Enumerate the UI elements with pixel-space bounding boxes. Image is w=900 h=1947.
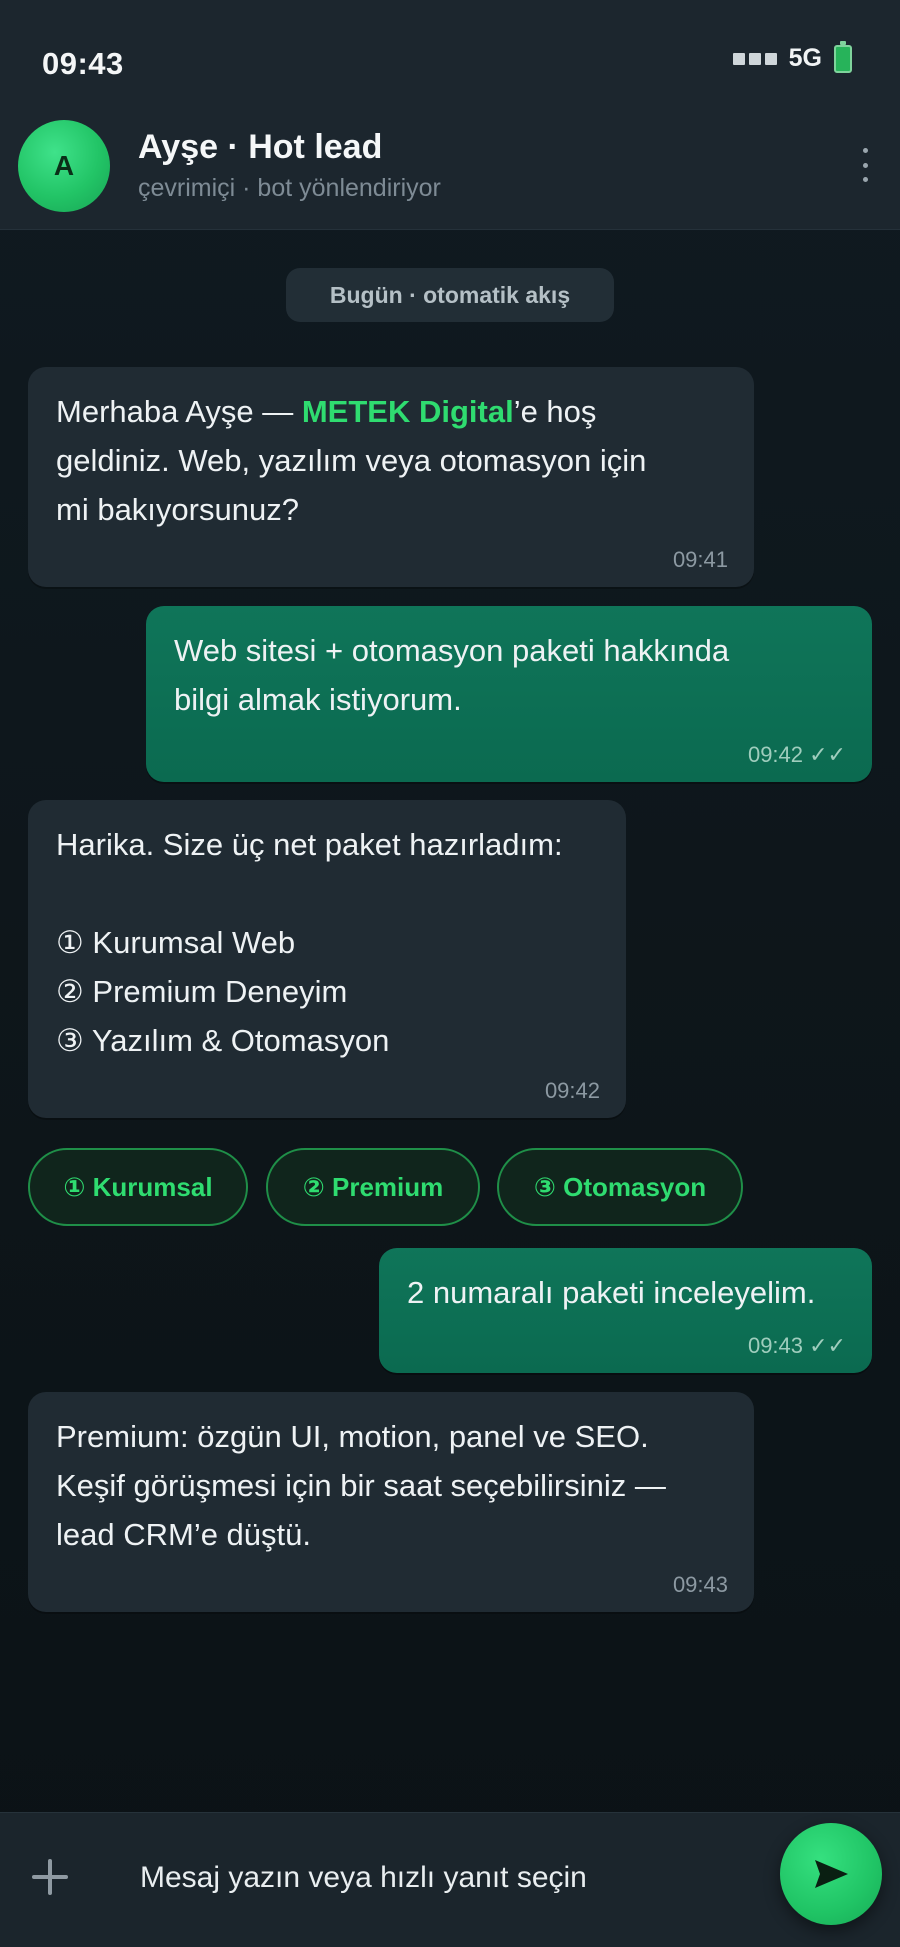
quick-reply-premium[interactable]: ② Premium <box>266 1148 480 1226</box>
brand-name: METEK Digital <box>301 394 514 429</box>
message-bubble-incoming[interactable]: Harika. Size üç net paket hazırladım: ① … <box>28 800 626 1118</box>
contact-name[interactable]: Ayşe · Hot lead <box>138 128 382 167</box>
chat-screen: 09:43 5G A Ayşe · Hot lead çevrimiçi · b… <box>0 0 900 1947</box>
date-divider: Bugün · otomatik akış <box>286 268 614 322</box>
quick-reply-kurumsal[interactable]: ① Kurumsal <box>28 1148 248 1226</box>
message-text: Web sitesi + otomasyon paketi hakkında b… <box>174 633 730 717</box>
message-text: 2 numaralı paketi inceleyelim. <box>407 1275 816 1310</box>
message-bubble-incoming[interactable]: Premium: özgün UI, motion, panel ve SEO.… <box>28 1392 754 1612</box>
quick-reply-otomasyon[interactable]: ③ Otomasyon <box>497 1148 743 1226</box>
message-bubble-incoming[interactable]: Merhaba Ayşe — METEK Digital’e hoş geldi… <box>28 367 754 587</box>
status-indicators: 5G <box>732 40 852 73</box>
message-text: Merhaba Ayşe — METEK Digital’e hoş geldi… <box>56 394 647 527</box>
plus-icon[interactable] <box>30 1857 70 1897</box>
message-time: 09:41 <box>672 547 728 572</box>
message-composer <box>0 1812 900 1947</box>
avatar[interactable]: A <box>18 120 110 212</box>
message-time: 09:42 ✓✓ <box>747 742 846 767</box>
message-text: Harika. Size üç net paket hazırladım: ① … <box>56 827 563 1058</box>
message-time: 09:43 <box>672 1572 728 1597</box>
signal-icon <box>732 52 777 65</box>
contact-status: çevrimiçi · bot yönlendiriyor <box>138 174 441 202</box>
message-time: 09:43 ✓✓ <box>747 1333 846 1358</box>
battery-icon <box>834 40 852 73</box>
send-icon <box>815 1860 848 1888</box>
status-time: 09:43 <box>42 46 124 81</box>
more-options-icon[interactable] <box>860 148 870 182</box>
send-button[interactable] <box>780 1823 882 1925</box>
message-input[interactable] <box>140 1853 740 1903</box>
network-type: 5G <box>788 44 822 72</box>
message-bubble-outgoing[interactable]: 2 numaralı paketi inceleyelim. 09:43 ✓✓ <box>379 1248 872 1373</box>
chat-header: 09:43 5G A Ayşe · Hot lead çevrimiçi · b… <box>0 0 900 230</box>
message-text: Premium: özgün UI, motion, panel ve SEO.… <box>56 1419 666 1552</box>
message-bubble-outgoing[interactable]: Web sitesi + otomasyon paketi hakkında b… <box>146 606 872 782</box>
message-time: 09:42 <box>544 1078 600 1103</box>
